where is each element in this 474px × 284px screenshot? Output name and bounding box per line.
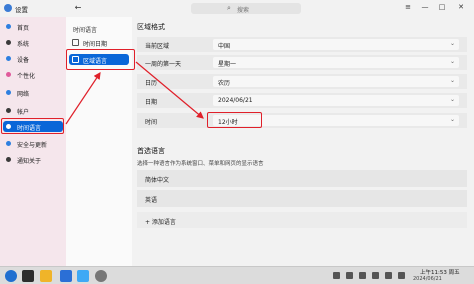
search-icon: ⌕ — [227, 4, 231, 12]
globe-icon — [6, 90, 11, 95]
close-button[interactable]: ✕ — [455, 2, 467, 13]
language-item[interactable]: 简体中文 — [137, 170, 467, 187]
setting-label: 日历 — [145, 80, 158, 87]
chevron-down-icon: ⌄ — [449, 96, 455, 103]
setting-row-current-region: 当前区域 中国 ⌄ — [137, 37, 467, 52]
setting-row-time: 时间 12小时 ⌄ — [137, 113, 467, 128]
minimize-button[interactable]: — — [419, 2, 431, 13]
wps-writer-icon[interactable] — [60, 270, 72, 282]
monitor-icon — [6, 40, 11, 45]
setting-row-calendar: 日历 农历 ⌄ — [137, 74, 467, 89]
sidebar-item-about[interactable]: 通知关于 — [3, 154, 63, 165]
setting-row-date: 日期 2024/06/21 ⌄ — [137, 93, 467, 108]
sidebar-item-home[interactable]: 首页 — [3, 21, 63, 32]
language-label: 英语 — [145, 197, 158, 204]
select-value: 星期一 — [218, 61, 237, 68]
first-day-select[interactable]: 星期一 ⌄ — [213, 57, 459, 68]
chevron-down-icon: ⌄ — [449, 77, 455, 84]
setting-label: 一周的第一天 — [145, 61, 182, 68]
language-item[interactable]: 英语 — [137, 190, 467, 207]
file-manager-icon[interactable] — [40, 270, 52, 282]
bluetooth-icon[interactable] — [372, 272, 379, 279]
sidebar-item-account[interactable]: 帐户 — [3, 105, 63, 116]
devices-icon — [6, 56, 11, 61]
chevron-down-icon: ⌄ — [449, 58, 455, 65]
sidebar-item-devices[interactable]: 设备 — [3, 53, 63, 64]
sidebar-item-label: 安全与更新 — [17, 142, 48, 149]
palette-icon — [6, 72, 11, 77]
clock-time[interactable]: 上午11:53 周五 — [420, 268, 460, 276]
info-icon — [6, 157, 11, 162]
setting-label: 日期 — [145, 99, 158, 106]
sidebar-item-network[interactable]: 网络 — [3, 87, 63, 98]
language-label: 简体中文 — [145, 177, 170, 184]
taskbar: 上午11:53 周五 2024/06/21 — [0, 266, 474, 284]
maximize-button[interactable]: □ — [436, 2, 448, 13]
sidebar-item-personalize[interactable]: 个性化 — [3, 69, 63, 80]
add-language-button[interactable]: + 添加语言 — [137, 212, 467, 228]
subnav-item-label: 时间日期 — [83, 41, 108, 48]
setting-label: 时间 — [145, 119, 158, 126]
back-button[interactable]: ← — [72, 2, 84, 13]
keyboard-icon[interactable] — [333, 272, 340, 279]
menu-button[interactable]: ≡ — [402, 2, 414, 13]
annotation-box-subnav — [66, 49, 135, 70]
settings-taskbar-icon[interactable] — [95, 270, 107, 282]
start-menu-icon[interactable] — [5, 270, 17, 282]
setting-row-first-day: 一周的第一天 星期一 ⌄ — [137, 55, 467, 70]
sidebar-item-label: 通知关于 — [17, 158, 42, 165]
calendar-select[interactable]: 农历 ⌄ — [213, 76, 459, 87]
language-section-subtitle: 选择一种语言作为系统窗口、菜单和网页的显示语言 — [137, 161, 264, 167]
date-format-select[interactable]: 2024/06/21 ⌄ — [213, 95, 459, 106]
sidebar-item-label: 帐户 — [17, 109, 30, 116]
subnav-header: 时间语言 — [73, 27, 98, 34]
select-value: 2024/06/21 — [218, 97, 253, 104]
search-placeholder: 搜索 — [237, 7, 250, 14]
annotation-box-time-select — [207, 112, 262, 128]
sidebar-item-label: 设备 — [17, 57, 30, 64]
app-title: 设置 — [15, 6, 28, 14]
sidebar: 首页 系统 设备 个性化 网络 帐户 时间语言 安全与更新 通知关于 — [0, 17, 66, 266]
select-value: 中国 — [218, 43, 231, 50]
sidebar-item-label: 首页 — [17, 25, 30, 32]
volume-icon[interactable] — [359, 272, 366, 279]
content-area: 区域格式 当前区域 中国 ⌄ 一周的第一天 星期一 ⌄ 日历 农历 ⌄ 日期 2… — [132, 17, 474, 266]
chevron-down-icon: ⌄ — [449, 40, 455, 47]
title-bar: 设置 ← ⌕ 搜索 ≡ — □ ✕ — [0, 0, 474, 16]
add-language-label: + 添加语言 — [145, 219, 176, 226]
user-icon — [6, 108, 11, 113]
subnav-item-time-date[interactable]: 时间日期 — [69, 37, 129, 48]
region-section-title: 区域格式 — [137, 23, 165, 31]
home-icon — [6, 24, 11, 29]
settings-window: 设置 ← ⌕ 搜索 ≡ — □ ✕ 首页 系统 设备 个性化 网络 帐户 时间语… — [0, 0, 474, 266]
sidebar-item-label: 个性化 — [17, 73, 36, 80]
language-section-title: 首选语言 — [137, 147, 165, 155]
shield-icon — [6, 141, 11, 146]
select-value: 农历 — [218, 80, 231, 87]
clock-date[interactable]: 2024/06/21 — [413, 276, 442, 282]
battery-icon[interactable] — [385, 272, 392, 279]
app-store-icon[interactable] — [77, 270, 89, 282]
network-icon[interactable] — [346, 272, 353, 279]
sidebar-item-label: 系统 — [17, 41, 30, 48]
notification-icon[interactable] — [398, 272, 405, 279]
chevron-down-icon: ⌄ — [449, 116, 455, 123]
annotation-box-sidebar — [1, 118, 64, 134]
current-region-select[interactable]: 中国 ⌄ — [213, 39, 459, 50]
sidebar-item-label: 网络 — [17, 91, 30, 98]
settings-app-icon — [4, 4, 12, 12]
sidebar-item-system[interactable]: 系统 — [3, 37, 63, 48]
search-input[interactable]: ⌕ 搜索 — [191, 3, 301, 14]
sidebar-item-security[interactable]: 安全与更新 — [3, 138, 63, 149]
setting-label: 当前区域 — [145, 43, 170, 50]
multitask-view-icon[interactable] — [22, 270, 34, 282]
calendar-icon — [72, 39, 79, 46]
